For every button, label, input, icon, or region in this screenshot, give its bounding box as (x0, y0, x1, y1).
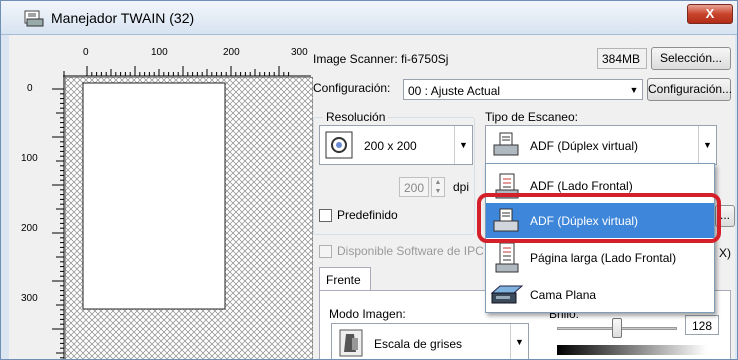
ruler-v-ticks (52, 71, 65, 359)
resolution-value: 200 x 200 (364, 139, 417, 153)
memory-display: 384MB (597, 48, 647, 69)
chevron-down-icon: ▼ (698, 126, 716, 164)
dpi-unit: dpi (453, 180, 470, 194)
brightness-input[interactable]: 128 (685, 315, 719, 335)
ruler-label-v0: 0 (27, 83, 33, 94)
resolution-icon (325, 131, 353, 159)
image-mode-value: Escala de grises (374, 337, 463, 351)
ruler-label-h200: 200 (223, 47, 240, 58)
ruler-label-h100: 100 (151, 47, 168, 58)
brightness-slider-thumb[interactable] (612, 318, 622, 338)
adf-duplex-icon (493, 132, 519, 156)
config-label: Configuración: (313, 81, 391, 95)
predefined-label: Predefinido (337, 208, 398, 222)
ruler-h-ticks (63, 66, 311, 77)
resolution-dropdown[interactable]: 200 x 200 ▼ (319, 125, 473, 165)
scan-type-option-flatbed[interactable]: Cama Plana (486, 277, 714, 312)
image-mode-dropdown[interactable]: Escala de grises ▼ (331, 323, 529, 359)
stub-text: X) (719, 246, 731, 260)
grayscale-icon (339, 329, 363, 357)
config-dropdown[interactable]: 00 : Ajuste Actual ▼ (403, 79, 643, 100)
option-label: Página larga (Lado Frontal) (530, 251, 677, 265)
ruler-label-v100: 100 (21, 153, 38, 164)
scan-type-value: ADF (Dúplex virtual) (530, 139, 639, 153)
config-button[interactable]: Configuración... (647, 78, 732, 101)
scan-type-option-long-page[interactable]: Página larga (Lado Frontal) (486, 240, 714, 275)
selection-highlight (477, 193, 721, 243)
brightness-gradient (557, 345, 707, 355)
ipc-checkbox[interactable] (319, 245, 332, 258)
close-icon: X (705, 6, 715, 21)
tab-front-label: Frente (326, 273, 361, 287)
option-label: Cama Plana (530, 288, 597, 302)
vertical-ruler: 0 100 200 300 (21, 71, 65, 359)
ipc-label: Disponible Software de IPC (337, 244, 484, 258)
select-scanner-button[interactable]: Selección... (651, 47, 731, 70)
config-value: 00 : Ajuste Actual (408, 84, 501, 98)
scan-preview[interactable] (65, 77, 313, 360)
dpi-value: 200 (404, 181, 425, 195)
option-label: ADF (Lado Frontal) (530, 179, 633, 193)
tab-front[interactable]: Frente (319, 267, 371, 291)
page-outline (82, 82, 226, 310)
predefined-checkbox[interactable] (319, 209, 332, 222)
twain-window: Manejador TWAIN (32) X 0 100 200 300 0 1… (0, 0, 738, 360)
memory-value: 384MB (602, 52, 641, 66)
ruler-label-v200: 200 (21, 223, 38, 234)
ruler-label-v300: 300 (21, 293, 38, 304)
flatbed-icon (490, 285, 524, 304)
close-button[interactable]: X (687, 4, 733, 24)
scan-type-label: Tipo de Escaneo: (485, 110, 578, 124)
dpi-input[interactable]: 200 (399, 177, 429, 197)
brightness-value: 128 (692, 319, 713, 333)
resolution-group-label: Resolución (323, 110, 389, 124)
chevron-down-icon: ▼ (629, 85, 639, 95)
horizontal-ruler: 0 100 200 300 (63, 45, 311, 77)
ruler-label-h300: 300 (291, 47, 308, 58)
dpi-spinner[interactable]: ▲ ▼ (431, 177, 445, 197)
scanner-app-icon (24, 10, 44, 27)
image-mode-label: Modo Imagen: (329, 307, 406, 321)
scan-type-dropdown[interactable]: ADF (Dúplex virtual) ▼ (485, 125, 717, 165)
chevron-down-icon: ▼ (510, 324, 528, 359)
long-page-icon (495, 242, 519, 273)
scanner-label: Image Scanner: fi-6750Sj (313, 52, 449, 66)
window-title: Manejador TWAIN (32) (51, 10, 195, 26)
title-bar[interactable]: Manejador TWAIN (32) X (1, 1, 737, 35)
ruler-label-h0: 0 (83, 47, 89, 58)
chevron-down-icon: ▼ (454, 126, 472, 164)
